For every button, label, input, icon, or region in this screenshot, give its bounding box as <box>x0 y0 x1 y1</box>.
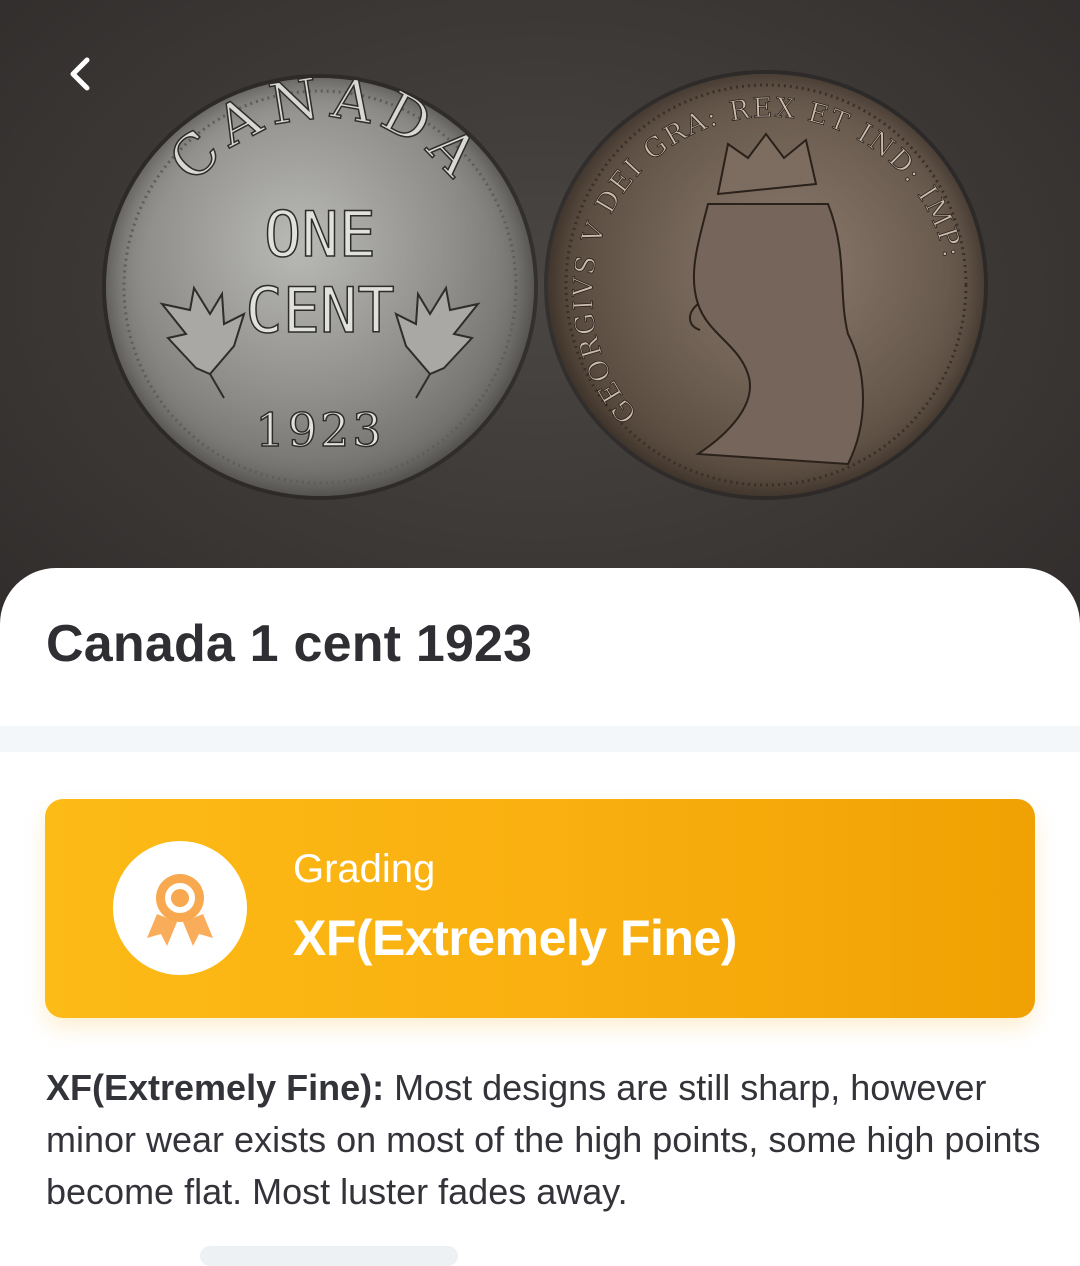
bottom-button-partial[interactable] <box>200 1246 458 1266</box>
grading-value: XF(Extremely Fine) <box>293 910 737 966</box>
grade-icon-badge <box>113 841 247 975</box>
king-portrait <box>689 132 864 466</box>
grade-description: XF(Extremely Fine): Most designs are sti… <box>46 1062 1046 1218</box>
coin-obverse-image[interactable]: GEORGIVS V DEI GRA: REX ET IND: IMP: <box>548 74 984 496</box>
award-ribbon-icon <box>147 874 213 946</box>
coin-year-text: 1923 <box>255 403 384 457</box>
grade-description-term: XF(Extremely Fine): <box>46 1067 385 1108</box>
coin-denomination-line1: ONE <box>264 198 376 271</box>
grading-label: Grading <box>293 847 436 891</box>
coin-country-text: CANADA <box>157 78 495 194</box>
coin-image-header: CANADA ONE CENT 1923 GEORGIVS V DEI GRA:… <box>0 0 1080 640</box>
back-button[interactable] <box>56 48 104 100</box>
section-divider <box>0 726 1080 752</box>
coin-title: Canada 1 cent 1923 <box>46 615 533 673</box>
coin-denomination-line2: CENT <box>245 274 394 347</box>
grading-card[interactable]: Grading XF(Extremely Fine) <box>45 799 1035 1018</box>
coin-reverse-image[interactable]: CANADA ONE CENT 1923 <box>106 78 534 496</box>
maple-leaf-left-icon <box>159 285 246 399</box>
maple-leaf-right-icon <box>394 285 481 399</box>
chevron-left-icon <box>70 57 90 91</box>
